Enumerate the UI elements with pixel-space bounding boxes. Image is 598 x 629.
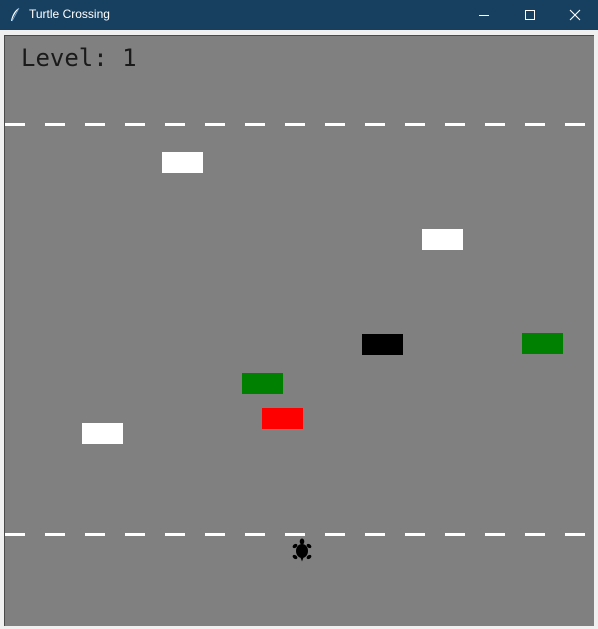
title-bar: Turtle Crossing [0,0,598,30]
car [82,423,123,444]
car [242,373,283,394]
level-label: Level: 1 [21,44,137,72]
bottom-lane-line [5,533,595,536]
window-title: Turtle Crossing [29,7,110,21]
feather-icon [9,7,21,23]
close-icon [569,6,581,25]
car [362,334,403,355]
close-button[interactable] [552,0,598,30]
minimize-button[interactable] [461,0,507,30]
car [422,229,463,250]
minimize-icon [478,6,490,25]
car [162,152,203,173]
turtle-player-icon [291,538,313,562]
top-lane-line [5,123,595,126]
car [522,333,563,354]
maximize-icon [524,6,536,25]
game-canvas[interactable]: Level: 1 [4,35,595,626]
maximize-button[interactable] [507,0,553,30]
car [262,408,303,429]
